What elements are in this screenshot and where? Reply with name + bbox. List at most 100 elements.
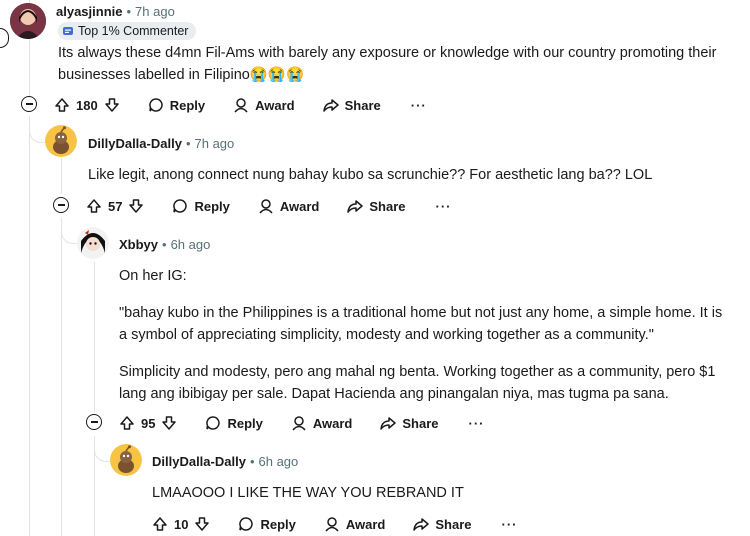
avatar[interactable]	[10, 3, 46, 39]
comment-paragraph: "bahay kubo in the Philippines is a trad…	[119, 305, 723, 343]
upvote-icon[interactable]	[54, 97, 70, 113]
upvote-icon[interactable]	[152, 516, 168, 532]
comment-meta: DillyDalla-Dally • 7h ago	[88, 136, 234, 151]
badge-icon	[62, 25, 74, 37]
status-badge: Top 1% Commenter	[58, 22, 197, 40]
award-label: Award	[312, 415, 353, 431]
reply-button[interactable]: Reply	[148, 97, 205, 113]
avatar[interactable]	[110, 444, 142, 476]
vote-count: 180	[76, 97, 98, 113]
reply-label: Reply	[169, 97, 206, 113]
vote-controls: 95	[119, 415, 177, 431]
upvote-icon[interactable]	[86, 198, 102, 214]
timestamp: 7h ago	[135, 4, 175, 19]
separator-dot: •	[126, 4, 132, 19]
username[interactable]: Xbbyy	[119, 237, 158, 252]
thread-line	[94, 262, 95, 412]
share-button[interactable]: Share	[347, 198, 406, 214]
vote-count: 10	[174, 516, 189, 532]
downvote-icon[interactable]	[104, 97, 120, 113]
reply-button[interactable]: Reply	[238, 516, 296, 532]
separator-dot: •	[185, 136, 191, 151]
username[interactable]: alyasjinnie	[56, 4, 122, 19]
share-icon	[347, 198, 364, 214]
username[interactable]: DillyDalla-Dally	[152, 454, 246, 469]
avatar[interactable]	[77, 227, 109, 259]
award-label: Award	[255, 97, 295, 113]
comment-icon	[238, 516, 254, 532]
vote-count: 95	[141, 415, 156, 431]
share-icon	[413, 516, 430, 532]
downvote-icon[interactable]	[161, 415, 177, 431]
timestamp: 7h ago	[194, 136, 235, 151]
separator-dot: •	[162, 237, 167, 252]
username[interactable]: DillyDalla-Dally	[88, 136, 182, 151]
collapse-button[interactable]	[86, 414, 102, 430]
avatar[interactable]	[45, 125, 77, 157]
crying-emoji: 😭😭😭	[249, 67, 305, 83]
award-icon	[291, 415, 307, 431]
comment-paragraph: On her IG:	[119, 268, 187, 284]
vote-count: 57	[108, 198, 123, 214]
thread-elbow	[61, 218, 78, 244]
collapse-button[interactable]	[53, 197, 69, 213]
upvote-icon[interactable]	[119, 415, 135, 431]
comment-body: Like legit, anong connect nung bahay kub…	[88, 164, 738, 186]
downvote-icon[interactable]	[128, 198, 144, 214]
comment-meta: DillyDalla-Dally • 6h ago	[152, 454, 298, 469]
comment-line: LMAAOOO I LIKE THE WAY YOU REBRAND IT	[152, 485, 464, 501]
comment-body: On her IG: "bahay kubo in the Philippine…	[119, 265, 731, 405]
more-options-button[interactable]: ···	[502, 517, 518, 532]
reply-label: Reply	[227, 415, 263, 431]
vote-controls: 10	[152, 516, 210, 532]
share-button[interactable]: Share	[380, 415, 439, 431]
comment-meta: alyasjinnie • 7h ago	[56, 4, 175, 19]
share-label: Share	[344, 97, 381, 113]
thread-line	[61, 218, 62, 536]
separator-dot: •	[249, 454, 255, 469]
comment-line: Its always these d4mn Fil-Ams with barel…	[58, 45, 717, 61]
comment-icon	[148, 97, 164, 113]
vote-controls: 57	[86, 198, 144, 214]
thread-elbow	[94, 436, 111, 462]
thread-line	[61, 158, 62, 194]
comment-body: Its always these d4mn Fil-Ams with barel…	[58, 42, 738, 86]
comment-meta: Xbbyy • 6h ago	[119, 237, 210, 252]
award-button[interactable]: Award	[291, 415, 353, 431]
downvote-icon[interactable]	[194, 516, 210, 532]
comment-paragraph: Simplicity and modesty, pero ang mahal n…	[119, 364, 716, 402]
share-button[interactable]: Share	[413, 516, 472, 532]
comment-actions: 95 Reply Award Share ···	[119, 411, 485, 435]
timestamp: 6h ago	[170, 237, 211, 252]
more-options-button[interactable]: ···	[411, 98, 427, 113]
comment-line: businesses labelled in Filipino😭😭😭	[58, 64, 738, 86]
award-button[interactable]: Award	[233, 97, 295, 113]
reply-button[interactable]: Reply	[205, 415, 263, 431]
share-label: Share	[402, 415, 439, 431]
comment-icon	[172, 198, 188, 214]
award-button[interactable]: Award	[324, 516, 386, 532]
share-button[interactable]: Share	[322, 97, 381, 113]
comment-icon	[205, 415, 221, 431]
thread-line	[29, 116, 30, 536]
badge-label: Top 1% Commenter	[78, 24, 189, 38]
award-icon	[258, 198, 274, 214]
collapse-button[interactable]	[21, 96, 37, 112]
edge-indicator	[0, 28, 9, 48]
comment-body: LMAAOOO I LIKE THE WAY YOU REBRAND IT	[152, 482, 732, 504]
comment-actions: 10 Reply Award Share ···	[152, 512, 518, 536]
award-button[interactable]: Award	[258, 198, 320, 214]
thread-elbow	[29, 116, 46, 143]
vote-controls: 180	[54, 97, 120, 113]
share-label: Share	[435, 516, 472, 532]
award-icon	[324, 516, 340, 532]
award-label: Award	[279, 198, 320, 214]
timestamp: 6h ago	[258, 454, 299, 469]
comment-line: Like legit, anong connect nung bahay kub…	[88, 167, 653, 183]
more-options-button[interactable]: ···	[436, 199, 452, 214]
award-icon	[233, 97, 249, 113]
award-label: Award	[345, 516, 386, 532]
more-options-button[interactable]: ···	[469, 416, 485, 431]
comment-actions: 57 Reply Award Share ···	[86, 194, 452, 218]
reply-button[interactable]: Reply	[172, 198, 230, 214]
